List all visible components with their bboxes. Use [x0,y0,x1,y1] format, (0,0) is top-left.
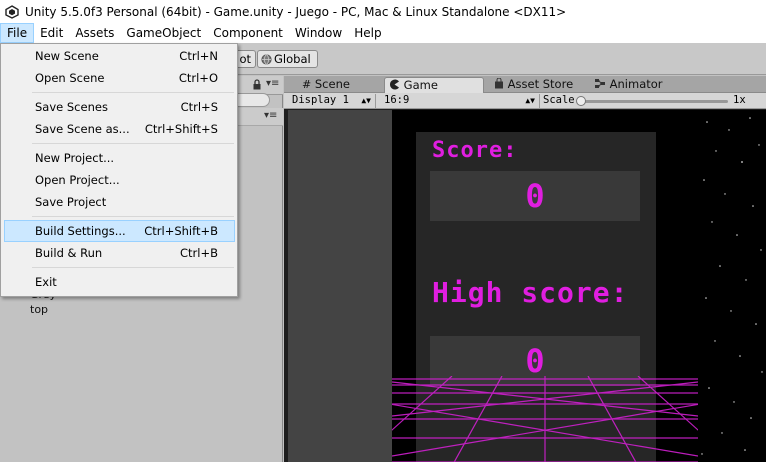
tab-animator[interactable]: Animator [590,77,669,93]
window-title: Unity 5.5.0f3 Personal (64bit) - Game.un… [25,4,567,19]
hierarchy-item-top[interactable]: top [30,303,48,316]
menu-item-open-scene[interactable]: Open Scene Ctrl+O [4,67,235,89]
lock-icon[interactable] [252,79,262,93]
pacman-icon [389,79,400,94]
globe-icon [261,53,272,69]
file-menu-dropdown: New Scene Ctrl+N Open Scene Ctrl+O Save Sc… [0,43,238,297]
score-label: Score: [432,138,518,163]
scale-value: 1x [733,94,746,106]
score-value: 0 [525,177,545,215]
score-value-box: 0 [430,171,640,221]
menu-separator [32,267,234,268]
menu-item-open-project[interactable]: Open Project... [4,169,235,191]
high-score-label: High score: [432,276,629,309]
menu-assets[interactable]: Assets [69,23,120,43]
unity-logo-icon [5,4,19,19]
menu-separator [32,92,234,93]
title-bar: Unity 5.5.0f3 Personal (64bit) - Game.un… [0,0,766,23]
menu-bar: File Edit Assets GameObject Component Wi… [0,23,766,43]
menu-edit[interactable]: Edit [34,23,69,43]
dropdown-arrow-icon: ▲▼ [525,96,535,105]
menu-item-new-scene[interactable]: New Scene Ctrl+N [4,45,235,67]
menu-item-save-scene-as[interactable]: Save Scene as... Ctrl+Shift+S [4,118,235,140]
letterbox-bar [288,110,392,462]
options-icon[interactable]: ▾≡ [264,110,277,121]
game-render: Score: 0 High score: 0 [392,110,698,462]
view-tab-strip: # Scene Game Asset Store Animator [284,76,766,93]
menu-item-exit[interactable]: Exit [4,271,235,293]
scale-label: Scale [543,94,575,106]
neon-grid-floor [392,376,698,462]
menu-separator [32,216,234,217]
menu-item-new-project[interactable]: New Project... [4,147,235,169]
tab-scene[interactable]: # Scene [298,77,356,93]
menu-gameobject[interactable]: GameObject [120,23,207,43]
starfield-background [698,110,766,462]
menu-item-save-project[interactable]: Save Project [4,191,235,213]
panel-menu-icon[interactable]: ▾≡ [266,78,279,89]
tab-game[interactable]: Game [384,77,484,93]
animator-icon [594,78,606,93]
bag-icon [494,77,504,93]
scale-slider-handle[interactable] [576,96,586,106]
menu-component[interactable]: Component [207,23,289,43]
menu-separator [32,143,234,144]
dropdown-arrow-icon: ▲▼ [361,96,371,105]
tab-asset-store[interactable]: Asset Store [490,77,579,93]
display-dropdown[interactable]: Display 1 ▲▼ [288,94,376,108]
hash-icon: # [302,78,312,91]
menu-help[interactable]: Help [348,23,387,43]
stars [701,117,763,455]
menu-item-build-settings[interactable]: Build Settings... Ctrl+Shift+B [4,220,235,242]
global-label: Global [274,52,311,66]
menu-item-save-scenes[interactable]: Save Scenes Ctrl+S [4,96,235,118]
menu-item-build-and-run[interactable]: Build & Run Ctrl+B [4,242,235,264]
menu-file[interactable]: File [0,23,35,43]
menu-window[interactable]: Window [289,23,348,43]
global-toggle-button[interactable]: Global [257,50,318,68]
scale-slider-track[interactable] [580,100,728,103]
aspect-dropdown[interactable]: 16:9 ▲▼ [380,94,540,108]
